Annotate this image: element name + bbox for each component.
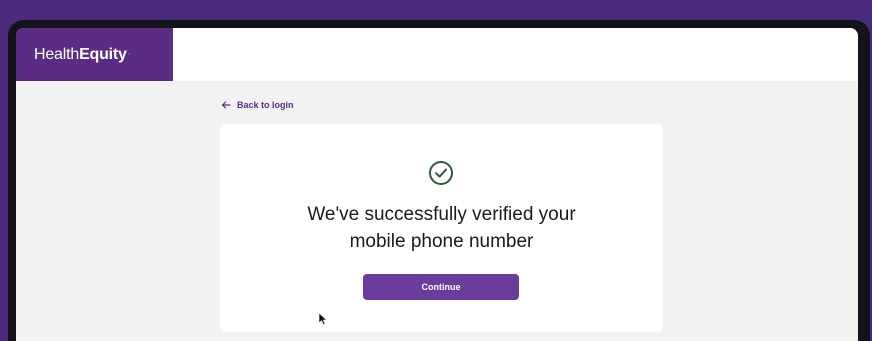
back-to-login-label: Back to login bbox=[237, 100, 294, 110]
success-headline: We've successfully verified your mobile … bbox=[220, 201, 663, 255]
brand-trademark: · bbox=[127, 51, 130, 58]
back-to-login-link[interactable]: Back to login bbox=[221, 100, 294, 110]
verification-card: We've successfully verified your mobile … bbox=[220, 124, 663, 332]
brand-name-bold: Equity bbox=[79, 45, 127, 63]
check-circle-icon bbox=[429, 161, 453, 185]
top-bar: Health Equity · bbox=[16, 28, 858, 81]
continue-button[interactable]: Continue bbox=[363, 274, 519, 300]
brand-name-regular: Health bbox=[34, 45, 80, 63]
success-headline-line-1: We've successfully verified your bbox=[307, 204, 576, 225]
app-screen: Health Equity · Back to login We've succes… bbox=[16, 28, 858, 341]
success-headline-line-2: mobile phone number bbox=[349, 231, 534, 252]
brand-logo: Health Equity · bbox=[16, 28, 173, 81]
arrow-left-icon bbox=[221, 101, 231, 109]
mouse-cursor-icon bbox=[318, 312, 328, 325]
